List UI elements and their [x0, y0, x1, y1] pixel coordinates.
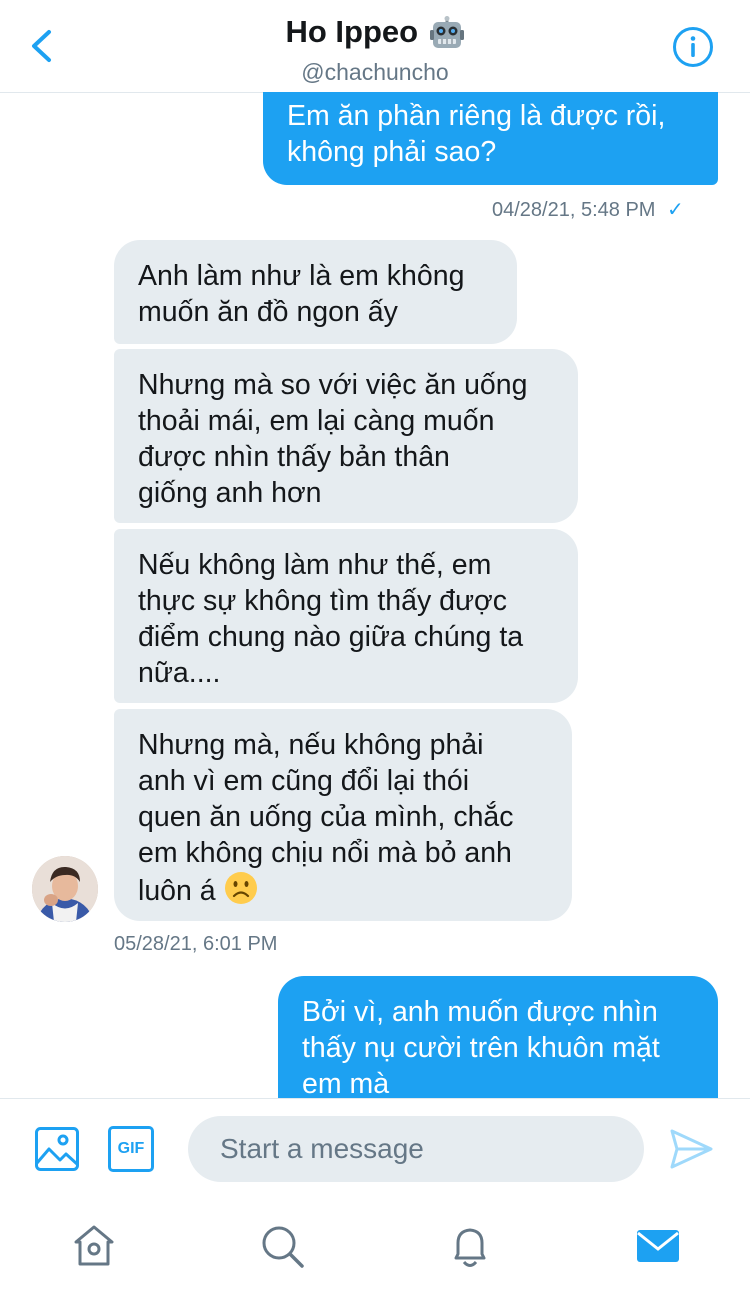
- robot-emoji: [429, 15, 464, 48]
- message-bubble-incoming[interactable]: Nhưng mà so với việc ăn uống thoải mái, …: [114, 349, 578, 523]
- frowning-face-emoji: [224, 872, 257, 904]
- send-icon[interactable]: [668, 1126, 714, 1172]
- tab-bar: [0, 1202, 750, 1297]
- message-bubble-outgoing[interactable]: Bởi vì, anh muốn được nhìn thấy nụ cười …: [278, 976, 718, 1100]
- conversation-title: Ho Ippeo @chachuncho: [0, 12, 750, 86]
- conversation-header: Ho Ippeo @chachuncho: [0, 0, 750, 93]
- message-text: Anh làm như là em không muốn ăn đồ ngon …: [138, 260, 465, 328]
- message-input[interactable]: [188, 1116, 644, 1182]
- home-icon[interactable]: [70, 1222, 118, 1270]
- message-text: Bởi vì, anh muốn được nhìn thấy nụ cười …: [302, 996, 660, 1100]
- mail-icon[interactable]: [634, 1222, 682, 1270]
- message-timestamp: 05/28/21, 6:01 PM: [114, 933, 278, 955]
- info-icon[interactable]: [672, 26, 714, 68]
- contact-handle: @chachuncho: [301, 58, 449, 85]
- image-icon[interactable]: [34, 1126, 80, 1172]
- message-bubble-incoming[interactable]: Anh làm như là em không muốn ăn đồ ngon …: [114, 240, 517, 344]
- contact-name: Ho Ippeo: [285, 14, 419, 49]
- message-bubble-incoming[interactable]: Nhưng mà, nếu không phải anh vì em cũng …: [114, 709, 572, 921]
- avatar[interactable]: [32, 856, 98, 922]
- message-text: Nếu không làm như thế, em thực sự không …: [138, 549, 524, 689]
- bell-icon[interactable]: [446, 1222, 494, 1270]
- message-text-content: Nhưng mà, nếu không phải anh vì em cũng …: [138, 729, 514, 907]
- message-bubble-outgoing[interactable]: Em ăn phần riêng là được rồi, không phải…: [263, 92, 718, 185]
- gif-button[interactable]: GIF: [108, 1126, 154, 1172]
- message-text: Nhưng mà, nếu không phải anh vì em cũng …: [138, 727, 548, 909]
- message-text: Em ăn phần riêng là được rồi, không phải…: [287, 100, 666, 168]
- search-icon[interactable]: [258, 1222, 306, 1270]
- timestamp-text: 04/28/21, 5:48 PM: [492, 199, 656, 221]
- sent-check-icon: ✓: [667, 199, 684, 221]
- message-bubble-incoming[interactable]: Nếu không làm như thế, em thực sự không …: [114, 529, 578, 703]
- avatar-photo: [32, 856, 98, 922]
- message-text: Nhưng mà so với việc ăn uống thoải mái, …: [138, 369, 528, 509]
- message-timestamp: 04/28/21, 5:48 PM ✓: [492, 197, 684, 222]
- gif-label: GIF: [117, 1140, 145, 1157]
